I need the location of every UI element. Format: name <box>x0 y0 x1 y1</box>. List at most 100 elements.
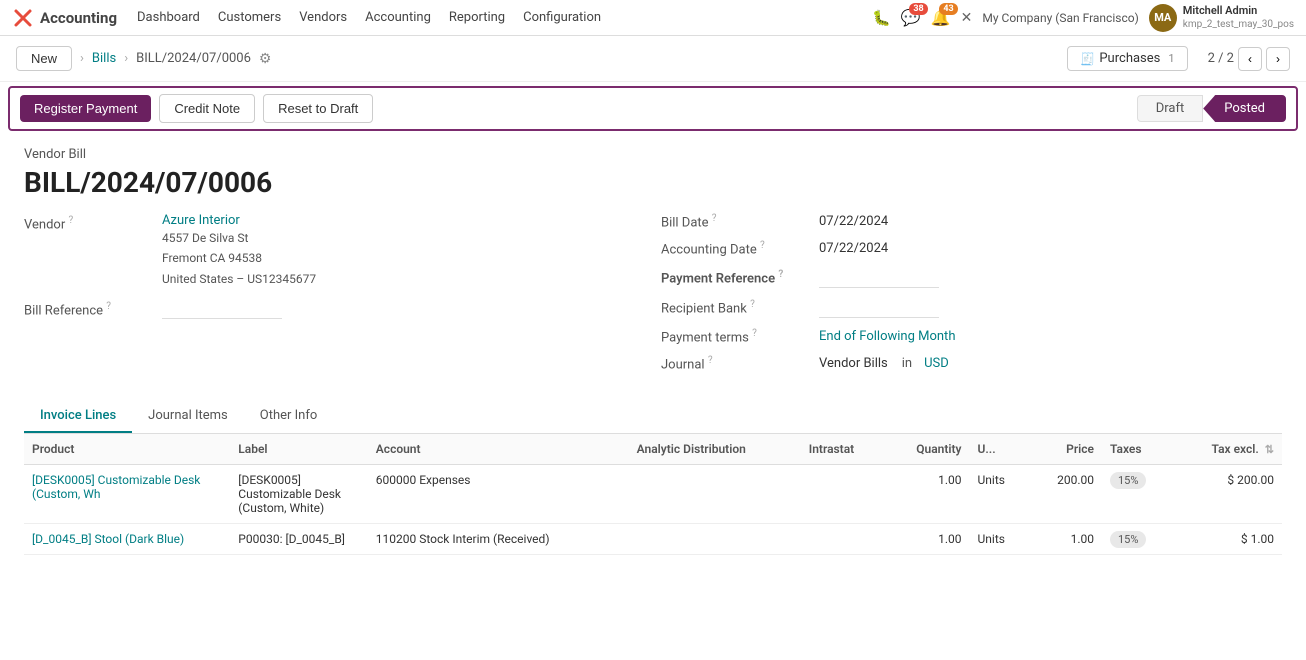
table-row: [DESK0005] Customizable Desk (Custom, Wh… <box>24 465 1282 524</box>
recipient-bank-label: Recipient Bank ? <box>661 299 811 316</box>
bill-date-label: Bill Date ? <box>661 213 811 230</box>
bill-ref-field: Bill Reference ? <box>24 299 645 319</box>
row2-account: 110200 Stock Interim (Received) <box>368 524 629 555</box>
reset-to-draft-button[interactable]: Reset to Draft <box>263 94 373 123</box>
row1-analytic <box>629 465 801 524</box>
row1-quantity: 1.00 <box>885 465 969 524</box>
vendor-name[interactable]: Azure Interior <box>162 213 316 228</box>
purchases-icon: 🧾 <box>1080 52 1095 66</box>
vendor-field: Vendor ? Azure Interior 4557 De Silva St… <box>24 213 645 289</box>
bill-ref-input[interactable] <box>162 299 282 319</box>
row2-quantity: 1.00 <box>885 524 969 555</box>
table-header: Product Label Account Analytic Distribut… <box>24 434 1282 465</box>
row2-taxes: 15% <box>1102 524 1174 555</box>
doc-type: Vendor Bill <box>24 147 1282 162</box>
vendor-value: Azure Interior 4557 De Silva St Fremont … <box>162 213 316 289</box>
notifications-badge: 43 <box>939 3 957 15</box>
row2-unit: Units <box>970 524 1030 555</box>
settings-icon[interactable]: ⚙ <box>259 51 272 67</box>
bill-date-field: Bill Date ? 07/22/2024 <box>661 213 1282 230</box>
nav-item-configuration[interactable]: Configuration <box>515 6 609 29</box>
brand-name: Accounting <box>40 9 117 27</box>
next-page-button[interactable]: › <box>1266 47 1290 71</box>
form-left: Vendor ? Azure Interior 4557 De Silva St… <box>24 213 645 382</box>
col-tax-excl: Tax excl. ⇅ <box>1174 434 1282 465</box>
journal-value[interactable]: Vendor Bills <box>819 356 888 371</box>
main-content: Vendor Bill BILL/2024/07/0006 Vendor ? A… <box>0 135 1306 659</box>
accounting-date-value[interactable]: 07/22/2024 <box>819 241 888 256</box>
prev-page-button[interactable]: ‹ <box>1238 47 1262 71</box>
pagination: 2 / 2 ‹ › <box>1208 47 1290 71</box>
col-label: Label <box>230 434 368 465</box>
purchases-label: Purchases <box>1099 51 1160 66</box>
user-sub: kmp_2_test_may_30_pos <box>1183 18 1294 31</box>
top-nav: Accounting Dashboard Customers Vendors A… <box>0 0 1306 36</box>
credit-note-button[interactable]: Credit Note <box>159 94 255 123</box>
action-bar: Register Payment Credit Note Reset to Dr… <box>8 86 1298 131</box>
purchases-count: 1 <box>1168 52 1174 65</box>
status-posted[interactable]: Posted <box>1203 95 1286 122</box>
nav-item-reporting[interactable]: Reporting <box>441 6 513 29</box>
row1-taxes: 15% <box>1102 465 1174 524</box>
journal-field: Journal ? Vendor Bills in USD <box>661 355 1282 372</box>
messages-icon-wrap[interactable]: 💬 38 <box>901 8 921 27</box>
doc-number: BILL/2024/07/0006 <box>24 166 1282 199</box>
action-bar-outer: Register Payment Credit Note Reset to Dr… <box>0 82 1306 135</box>
brand: Accounting <box>12 7 117 29</box>
row2-product[interactable]: [D_0045_B] Stool (Dark Blue) <box>24 524 230 555</box>
col-intrastat: Intrastat <box>801 434 885 465</box>
accounting-date-field: Accounting Date ? 07/22/2024 <box>661 240 1282 257</box>
col-quantity: Quantity <box>885 434 969 465</box>
row2-label: P00030: [D_0045_B] <box>230 524 368 555</box>
register-payment-button[interactable]: Register Payment <box>20 95 151 122</box>
sort-icon[interactable]: ⇅ <box>1265 443 1274 456</box>
breadcrumb-separator: › <box>80 51 84 66</box>
breadcrumb-bar: New › Bills › BILL/2024/07/0006 ⚙ 🧾 Purc… <box>0 36 1306 82</box>
nav-right: 🐛 💬 38 🔔 43 ✕ My Company (San Francisco)… <box>872 4 1294 32</box>
payment-terms-label: Payment terms ? <box>661 328 811 345</box>
page-info: 2 / 2 <box>1208 51 1234 66</box>
nav-item-dashboard[interactable]: Dashboard <box>129 6 208 29</box>
col-taxes: Taxes <box>1102 434 1174 465</box>
nav-item-vendors[interactable]: Vendors <box>291 6 355 29</box>
status-bar: Draft Posted <box>1137 95 1286 122</box>
tab-journal-items[interactable]: Journal Items <box>132 400 244 433</box>
bug-icon[interactable]: 🐛 <box>872 9 891 27</box>
accounting-date-label: Accounting Date ? <box>661 240 811 257</box>
tab-other-info[interactable]: Other Info <box>244 400 334 433</box>
vendor-address: 4557 De Silva St Fremont CA 94538 United… <box>162 228 316 289</box>
col-unit: U... <box>970 434 1030 465</box>
user-name: Mitchell Admin <box>1183 4 1294 18</box>
journal-label: Journal ? <box>661 355 811 372</box>
cross-icon[interactable]: ✕ <box>961 10 973 26</box>
user-avatar: MA <box>1149 4 1177 32</box>
col-price: Price <box>1029 434 1102 465</box>
tab-invoice-lines[interactable]: Invoice Lines <box>24 400 132 433</box>
recipient-bank-input[interactable] <box>819 298 939 318</box>
nav-item-accounting[interactable]: Accounting <box>357 6 439 29</box>
new-button[interactable]: New <box>16 46 72 71</box>
payment-ref-input[interactable] <box>819 268 939 288</box>
breadcrumb-parent[interactable]: Bills <box>92 51 116 66</box>
user-info: Mitchell Admin kmp_2_test_may_30_pos <box>1183 4 1294 31</box>
purchases-button[interactable]: 🧾 Purchases 1 <box>1067 46 1187 71</box>
notifications-icon-wrap[interactable]: 🔔 43 <box>931 8 951 27</box>
journal-currency[interactable]: USD <box>924 356 949 371</box>
brand-icon <box>12 7 34 29</box>
status-draft[interactable]: Draft <box>1137 95 1204 122</box>
messages-badge: 38 <box>909 3 927 15</box>
col-analytic: Analytic Distribution <box>629 434 801 465</box>
row2-price: 1.00 <box>1029 524 1102 555</box>
payment-terms-value[interactable]: End of Following Month <box>819 329 955 344</box>
form-right: Bill Date ? 07/22/2024 Accounting Date ?… <box>661 213 1282 382</box>
bill-date-value[interactable]: 07/22/2024 <box>819 214 888 229</box>
col-account: Account <box>368 434 629 465</box>
row1-unit: Units <box>970 465 1030 524</box>
row1-product[interactable]: [DESK0005] Customizable Desk (Custom, Wh <box>24 465 230 524</box>
user-section[interactable]: MA Mitchell Admin kmp_2_test_may_30_pos <box>1149 4 1294 32</box>
breadcrumb-sep2: › <box>124 51 128 66</box>
nav-item-customers[interactable]: Customers <box>210 6 289 29</box>
company-label[interactable]: My Company (San Francisco) <box>982 11 1138 25</box>
table-row: [D_0045_B] Stool (Dark Blue) P00030: [D_… <box>24 524 1282 555</box>
row1-price: 200.00 <box>1029 465 1102 524</box>
